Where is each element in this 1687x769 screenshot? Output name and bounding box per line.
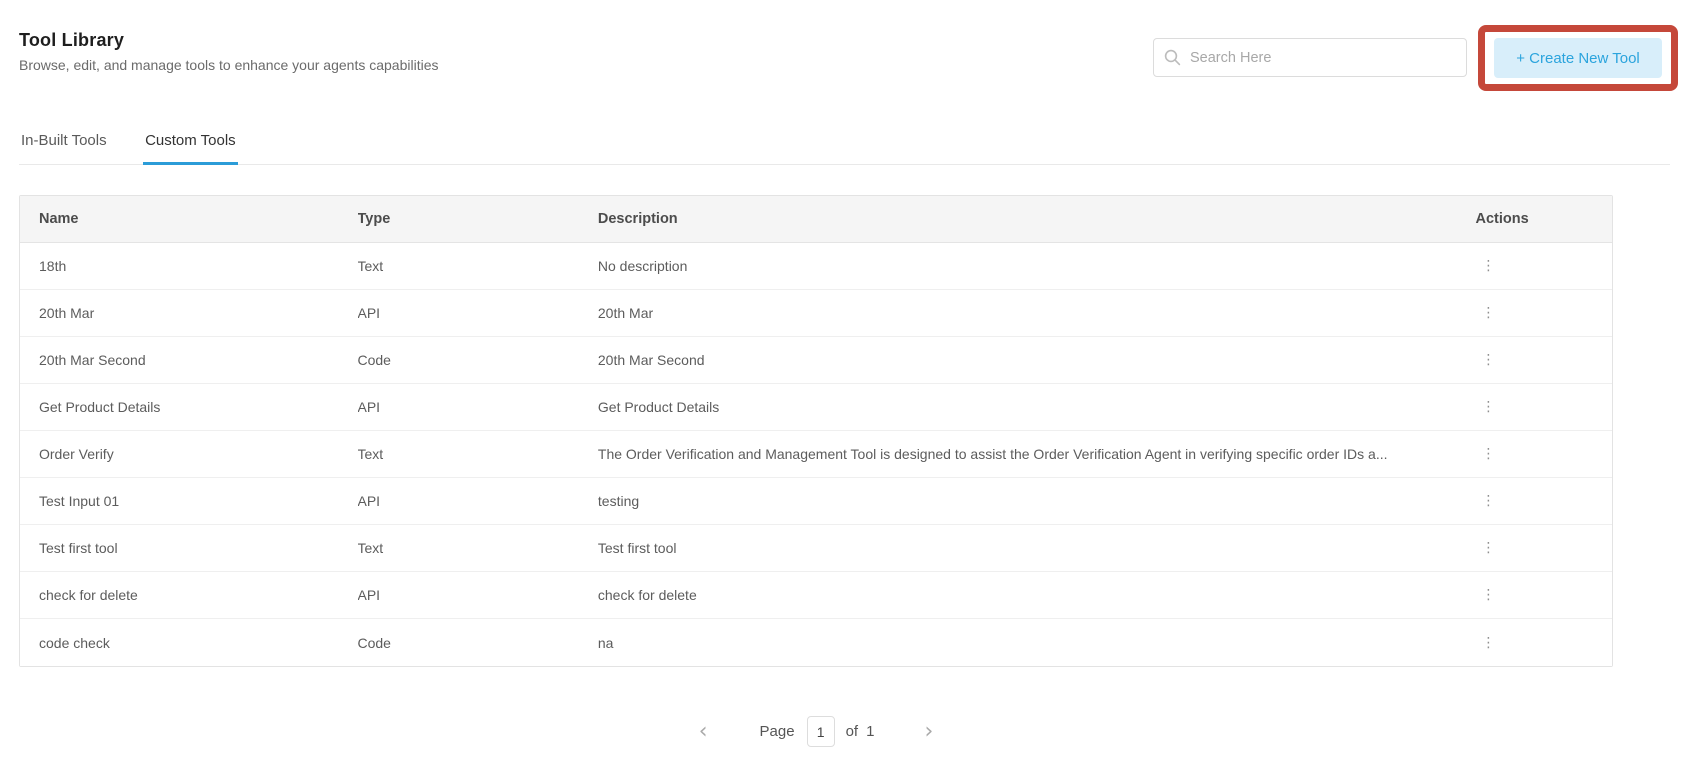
tool-name-cell: code check	[20, 635, 358, 651]
pagination: ‹ Page of 1 ›	[19, 716, 1613, 747]
kebab-menu-icon[interactable]: ⋮	[1475, 584, 1501, 606]
tool-name-cell: Get Product Details	[20, 399, 358, 415]
tool-name-cell: check for delete	[20, 587, 358, 603]
tool-type-cell: Text	[358, 540, 598, 556]
tool-type-cell: API	[358, 493, 598, 509]
kebab-menu-icon[interactable]: ⋮	[1475, 632, 1501, 654]
total-pages: 1	[866, 723, 874, 740]
search-input[interactable]	[1190, 50, 1456, 66]
tabs-bar: In-Built Tools Custom Tools	[19, 126, 1670, 165]
tab-in-built-tools[interactable]: In-Built Tools	[19, 126, 109, 165]
tab-custom-tools[interactable]: Custom Tools	[143, 126, 238, 165]
tool-description-cell: No description	[598, 258, 1474, 274]
table-row: check for delete API check for delete ⋮	[20, 572, 1612, 619]
kebab-menu-icon[interactable]: ⋮	[1475, 537, 1501, 559]
table-body: 18th Text No description ⋮ 20th Mar API …	[20, 243, 1612, 666]
search-box[interactable]	[1153, 38, 1467, 77]
kebab-menu-icon[interactable]: ⋮	[1475, 443, 1501, 465]
page-subtitle: Browse, edit, and manage tools to enhanc…	[19, 57, 439, 73]
tool-name-cell: 20th Mar	[20, 305, 358, 321]
table-row: 18th Text No description ⋮	[20, 243, 1612, 290]
tool-name-cell: 20th Mar Second	[20, 352, 358, 368]
page-number-input[interactable]	[807, 716, 835, 747]
tool-description-cell: 20th Mar	[598, 305, 1474, 321]
kebab-menu-icon[interactable]: ⋮	[1475, 490, 1501, 512]
tool-type-cell: Text	[358, 258, 598, 274]
search-icon	[1164, 49, 1181, 66]
tool-name-cell: Test Input 01	[20, 493, 358, 509]
table-row: Order Verify Text The Order Verification…	[20, 431, 1612, 478]
column-header-actions: Actions	[1473, 211, 1612, 227]
tool-type-cell: Code	[358, 635, 598, 651]
tool-name-cell: Order Verify	[20, 446, 358, 462]
tool-description-cell: testing	[598, 493, 1474, 509]
column-header-type: Type	[358, 211, 598, 227]
tool-name-cell: Test first tool	[20, 540, 358, 556]
table-row: Test Input 01 API testing ⋮	[20, 478, 1612, 525]
page-title: Tool Library	[19, 30, 124, 51]
tool-name-cell: 18th	[20, 258, 358, 274]
tool-description-cell: The Order Verification and Management To…	[598, 446, 1474, 462]
create-new-tool-button[interactable]: + Create New Tool	[1494, 38, 1662, 78]
table-row: 20th Mar Second Code 20th Mar Second ⋮	[20, 337, 1612, 384]
chevron-left-icon[interactable]: ‹	[693, 721, 714, 743]
tool-type-cell: Text	[358, 446, 598, 462]
tool-type-cell: API	[358, 305, 598, 321]
table-row: 20th Mar API 20th Mar ⋮	[20, 290, 1612, 337]
kebab-menu-icon[interactable]: ⋮	[1475, 396, 1501, 418]
tool-description-cell: Test first tool	[598, 540, 1474, 556]
table-row: Get Product Details API Get Product Deta…	[20, 384, 1612, 431]
tool-description-cell: 20th Mar Second	[598, 352, 1474, 368]
table-row: Test first tool Text Test first tool ⋮	[20, 525, 1612, 572]
column-header-name: Name	[20, 211, 358, 227]
table-header-row: Name Type Description Actions	[20, 196, 1612, 243]
tool-type-cell: Code	[358, 352, 598, 368]
kebab-menu-icon[interactable]: ⋮	[1475, 255, 1501, 277]
tool-type-cell: API	[358, 399, 598, 415]
kebab-menu-icon[interactable]: ⋮	[1475, 349, 1501, 371]
tool-description-cell: Get Product Details	[598, 399, 1474, 415]
of-label: of	[846, 723, 859, 740]
chevron-right-icon[interactable]: ›	[918, 721, 939, 743]
column-header-description: Description	[598, 211, 1474, 227]
table-row: code check Code na ⋮	[20, 619, 1612, 666]
annotation-highlight-box: + Create New Tool	[1478, 25, 1678, 91]
tools-table: Name Type Description Actions 18th Text …	[19, 195, 1613, 667]
kebab-menu-icon[interactable]: ⋮	[1475, 302, 1501, 324]
tool-type-cell: API	[358, 587, 598, 603]
tool-description-cell: check for delete	[598, 587, 1474, 603]
page-label: Page	[760, 723, 795, 740]
tool-description-cell: na	[598, 635, 1474, 651]
